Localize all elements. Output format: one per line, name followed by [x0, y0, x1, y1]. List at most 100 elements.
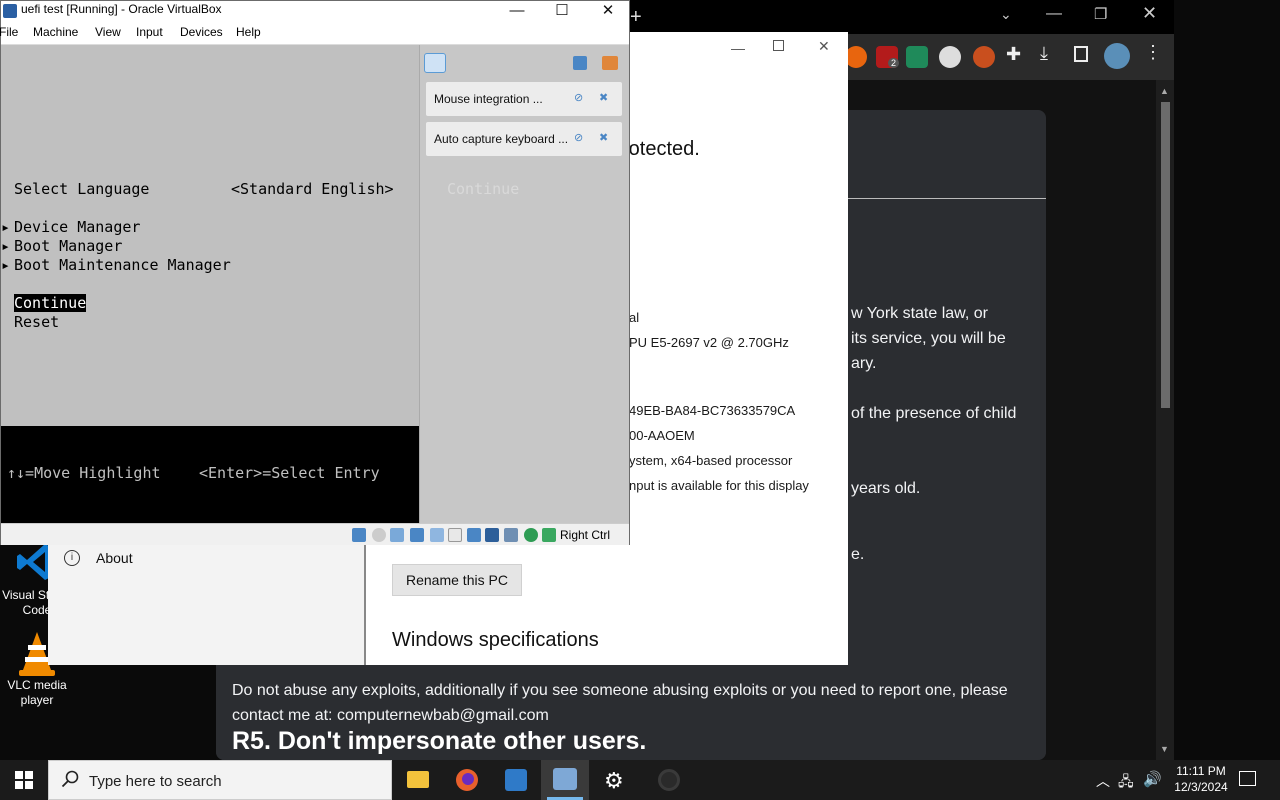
cpu-icon[interactable] [504, 528, 518, 542]
uefi-menu-item: Boot Maintenance Manager [14, 256, 231, 274]
clock[interactable]: 11:11 PM 12/3/2024 [1171, 764, 1231, 794]
uefi-help-enter: <Enter>=Select Entry [199, 464, 380, 482]
close-icon[interactable]: ✕ [585, 1, 631, 21]
keyboard-capture-icon[interactable] [542, 528, 556, 542]
optical-drive-icon[interactable] [372, 528, 386, 542]
usb-icon[interactable] [430, 528, 444, 542]
uefi-menu-item: Device Manager [14, 218, 141, 236]
minimize-icon[interactable]: — [494, 1, 540, 21]
search-placeholder: Type here to search [89, 773, 222, 790]
chrome-taskbar-icon[interactable] [645, 760, 693, 800]
extension-badge: 2 [888, 58, 900, 68]
titlebar: uefi test [Running] - Oracle VirtualBox … [1, 1, 629, 22]
close-icon[interactable]: ✕ [1142, 3, 1157, 24]
file-explorer-icon[interactable] [394, 760, 442, 800]
statusbar: Right Ctrl [1, 523, 629, 545]
tab-search-icon[interactable]: ⌄ [1000, 6, 1012, 23]
sort-icon[interactable] [573, 56, 587, 70]
scrollbar[interactable]: ▲ ▼ [1156, 80, 1174, 760]
menu-machine[interactable]: Machine [33, 25, 78, 39]
rules-text: ary. [851, 355, 877, 372]
desktop-icon-label: VLC media player [7, 678, 67, 707]
display-icon[interactable] [467, 528, 481, 542]
scroll-up-icon[interactable]: ▲ [1160, 86, 1169, 96]
spec-value: PU E5-2697 v2 @ 2.70GHz [629, 335, 789, 350]
host-key-label[interactable]: Right Ctrl [560, 528, 610, 542]
settings-gear-icon[interactable]: ⚙ [590, 760, 638, 800]
avatar[interactable] [1104, 43, 1130, 69]
menu-devices[interactable]: Devices [180, 25, 223, 39]
volume-icon[interactable]: 🔊 [1143, 770, 1162, 788]
notification-center-toggle-icon[interactable] [424, 53, 446, 73]
info-icon: i [64, 550, 80, 566]
restore-icon[interactable]: ❐ [1094, 5, 1107, 23]
scroll-down-icon[interactable]: ▼ [1160, 744, 1169, 754]
uefi-select-language: Select Language [14, 180, 150, 198]
extension-icon[interactable] [845, 46, 867, 68]
notification-auto-capture[interactable]: Auto capture keyboard ... ⊘ ✖ [426, 122, 622, 156]
spec-value: al [629, 310, 640, 325]
extension-circle-icon[interactable] [939, 46, 961, 68]
extension-orange-icon[interactable] [973, 46, 995, 68]
shared-folders-icon[interactable] [448, 528, 462, 542]
divider [848, 198, 1046, 199]
notification-center: Continue Mouse integration ... ⊘ ✖ Auto … [419, 45, 629, 523]
nav-item-about[interactable]: About [96, 550, 133, 566]
uefi-arrow: ▸ [1, 237, 11, 255]
network-icon[interactable] [410, 528, 424, 542]
rules-text: its service, you will be [851, 330, 1006, 347]
search-icon [61, 770, 79, 791]
maximize-icon[interactable]: ☐ [539, 1, 585, 21]
clock-date: 12/3/2024 [1174, 780, 1228, 794]
network-icon[interactable]: 🖧 [1118, 771, 1134, 795]
chrome-tabstrip: + ⌄ — ❐ ✕ [630, 0, 1174, 34]
vscode-taskbar-icon[interactable] [492, 760, 540, 800]
uefi-language-value: <Standard English> [231, 180, 394, 198]
menu-kebab-icon[interactable]: ⋮ [1144, 42, 1162, 63]
clock-time: 11:11 PM [1176, 764, 1226, 778]
stylus-icon[interactable] [906, 46, 928, 68]
virtualbox-taskbar-icon[interactable] [541, 760, 589, 800]
menu-help[interactable]: Help [236, 25, 261, 39]
audio-icon[interactable] [390, 528, 404, 542]
uefi-reset: Reset [14, 313, 60, 331]
protection-status-text: rotected. [622, 138, 700, 160]
download-icon[interactable]: ⤓ [1040, 43, 1048, 64]
close-icon[interactable]: ✖ [599, 131, 608, 144]
spec-value: 00-AAOEM [629, 428, 695, 443]
virtualbox-icon [3, 4, 17, 18]
new-tab-icon[interactable]: + [630, 6, 642, 29]
dismiss-all-icon[interactable] [602, 56, 618, 70]
hard-disk-icon[interactable] [352, 528, 366, 542]
tray-chevron-icon[interactable]: ︿ [1096, 771, 1110, 791]
close-icon[interactable]: ✖ [599, 91, 608, 104]
menu-file[interactable]: File [0, 25, 18, 39]
maximize-icon[interactable] [773, 40, 784, 51]
notification-label: Auto capture keyboard ... [434, 132, 569, 146]
notification-mouse-integration[interactable]: Mouse integration ... ⊘ ✖ [426, 82, 622, 116]
scrollbar-thumb[interactable] [1161, 102, 1170, 408]
minimize-icon[interactable]: — [1046, 5, 1062, 23]
taskbar-search-box[interactable]: Type here to search [48, 760, 392, 800]
spec-value: ystem, x64-based processor [629, 453, 793, 468]
rule-heading: R5. Don't impersonate other users. [232, 727, 647, 755]
windows-start-icon[interactable] [15, 771, 33, 792]
recording-icon[interactable] [485, 528, 499, 542]
sidepanel-icon[interactable] [1074, 46, 1088, 62]
rules-text: years old. [851, 480, 921, 497]
menu-input[interactable]: Input [136, 25, 163, 39]
mouse-integration-icon[interactable] [524, 528, 538, 542]
spec-value: nput is available for this display [629, 478, 809, 493]
minimize-icon[interactable]: — [731, 40, 745, 56]
mute-icon[interactable]: ⊘ [574, 91, 583, 104]
mute-icon[interactable]: ⊘ [574, 131, 583, 144]
rule-text: Do not abuse any exploits, additionally … [232, 682, 1008, 724]
notifications-icon[interactable] [1239, 771, 1256, 786]
vm-display[interactable]: Select Language <Standard English> ▸ Dev… [1, 45, 629, 523]
menu-view[interactable]: View [95, 25, 121, 39]
close-icon[interactable]: ✕ [818, 38, 830, 55]
firefox-icon[interactable] [443, 760, 491, 800]
window-title: uefi test [Running] - Oracle VirtualBox [21, 2, 222, 16]
rename-pc-button[interactable]: Rename this PC [392, 564, 522, 596]
extensions-puzzle-icon[interactable]: ✚ [1006, 44, 1021, 65]
